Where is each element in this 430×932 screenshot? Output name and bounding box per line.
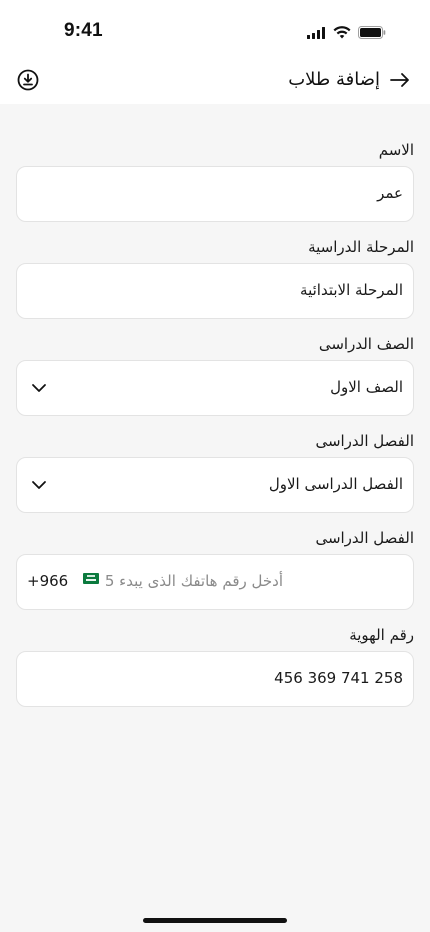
status-time: 9:41 <box>64 20 103 41</box>
status-icons <box>307 24 386 43</box>
arrow-right-icon <box>390 72 410 92</box>
home-indicator <box>143 918 287 923</box>
stage-label: المرحلة الدراسية <box>308 238 414 256</box>
download-button[interactable] <box>16 69 40 95</box>
page-title: إضافة طلاب <box>288 69 380 90</box>
chevron-down-icon <box>31 380 47 396</box>
phone-label: الفصل الدراسى <box>315 529 414 547</box>
name-value: عمر <box>377 184 403 202</box>
name-input[interactable]: عمر <box>16 166 414 222</box>
country-code[interactable]: +966 <box>27 571 68 591</box>
id-number-input[interactable]: 456 369 741 258 <box>16 651 414 707</box>
grade-label: الصف الدراسى <box>318 335 414 353</box>
header: إضافة طلاب <box>0 60 430 104</box>
download-icon <box>17 69 39 95</box>
chevron-down-icon <box>31 477 47 493</box>
id-number-label: رقم الهوية <box>349 626 414 644</box>
phone-placeholder: أدخل رقم هاتفك الذى يبدء 5 <box>104 572 283 590</box>
wifi-icon <box>333 24 351 43</box>
cellular-signal-icon <box>307 24 326 43</box>
id-number-value: 456 369 741 258 <box>274 669 403 687</box>
stage-input[interactable]: المرحلة الابتدائية <box>16 263 414 319</box>
back-button[interactable] <box>388 70 412 94</box>
battery-icon <box>358 24 386 43</box>
name-label: الاسم <box>378 141 414 159</box>
grade-value: الصف الاول <box>330 378 403 396</box>
stage-value: المرحلة الابتدائية <box>300 281 403 299</box>
semester-value: الفصل الدراسى الاول <box>268 475 403 493</box>
semester-select[interactable]: الفصل الدراسى الاول <box>16 457 414 513</box>
status-bar: 9:41 <box>0 0 430 60</box>
phone-input[interactable]: أدخل رقم هاتفك الذى يبدء 5 +966 <box>16 554 414 610</box>
grade-select[interactable]: الصف الاول <box>16 360 414 416</box>
saudi-flag-icon <box>83 573 99 584</box>
semester-label: الفصل الدراسى <box>315 432 414 450</box>
